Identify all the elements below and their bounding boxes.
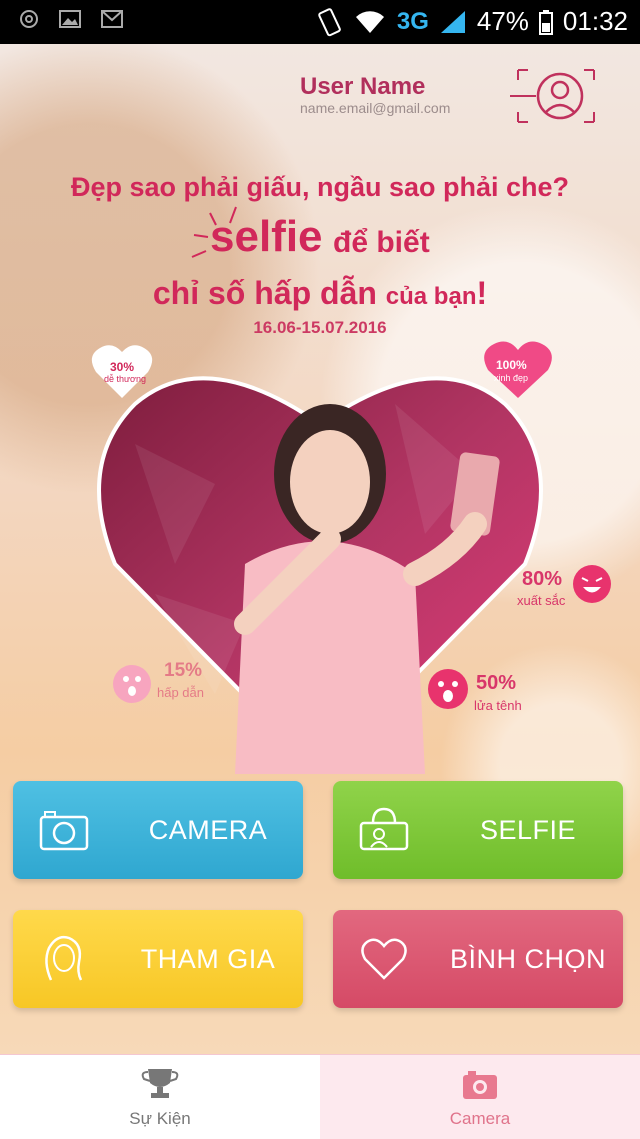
badge-100-value: 100% <box>496 358 527 372</box>
image-icon <box>59 10 81 28</box>
promo-line3-main: chỉ số hấp dẫn <box>152 275 377 311</box>
stat-50-label: lửa tênh <box>474 698 522 713</box>
camera-button-label: CAMERA <box>148 815 268 845</box>
signal-icon <box>440 10 465 33</box>
profile-avatar-button[interactable] <box>510 66 602 126</box>
system-icons: 3G 47% 01:32 <box>317 6 628 37</box>
battery-icon <box>538 9 553 35</box>
join-button[interactable]: THAM GIA <box>13 910 303 1008</box>
promo-selfie-word: selfie <box>210 212 323 261</box>
status-bar: 3G 47% 01:32 <box>0 0 640 44</box>
nav-camera-tab[interactable]: Camera <box>320 1055 640 1139</box>
stat-80-value: 80% <box>522 568 563 590</box>
badge-30-label: dễ thương <box>104 374 146 384</box>
battery-percent: 47% <box>476 6 529 36</box>
rotate-icon <box>318 7 341 36</box>
gmail-icon <box>101 10 123 28</box>
promo-line3: chỉ số hấp dẫn của bạn! <box>0 275 640 312</box>
user-name: User Name <box>300 73 426 100</box>
promo-line2: để biết <box>333 226 430 259</box>
clock: 01:32 <box>562 6 628 36</box>
trophy-icon <box>141 1069 179 1098</box>
wifi-icon <box>355 10 384 33</box>
notification-icons <box>18 8 124 30</box>
vote-button[interactable]: BÌNH CHỌN <box>333 910 623 1008</box>
selfie-button[interactable]: SELFIE <box>333 781 623 879</box>
bottom-navigation: Sự Kiện Camera <box>0 1054 640 1139</box>
network-type: 3G <box>396 7 429 35</box>
promo-exclaim: ! <box>476 275 488 311</box>
camera-nav-icon <box>463 1071 497 1099</box>
selfie-icon <box>359 807 409 851</box>
laughing-face-icon <box>573 565 611 603</box>
promo-date: 16.06-15.07.2016 <box>253 318 387 337</box>
camera-button[interactable]: CAMERA <box>13 781 303 879</box>
stat-15-label: hấp dẫn <box>157 685 204 700</box>
blushing-face-icon <box>113 665 151 703</box>
surprised-face-icon <box>428 669 468 709</box>
selfie-button-label: SELFIE <box>479 815 577 845</box>
user-email: name.email@gmail.com <box>300 100 451 116</box>
nav-events-tab[interactable]: Sự Kiện <box>0 1055 320 1139</box>
stat-50-value: 50% <box>476 672 517 694</box>
nav-events-label: Sự Kiện <box>129 1109 191 1128</box>
vote-button-label: BÌNH CHỌN <box>449 944 606 974</box>
camera-icon <box>39 811 89 851</box>
promo-headline: Đẹp sao phải giấu, ngầu sao phải che? <box>70 172 570 202</box>
badge-100-label: xinh đẹp <box>494 373 529 383</box>
badge-30-value: 30% <box>110 360 135 374</box>
heart-icon <box>361 938 407 980</box>
woman-portrait-icon <box>45 935 83 981</box>
join-button-label: THAM GIA <box>140 944 276 974</box>
stat-15-value: 15% <box>164 660 203 681</box>
sync-icon <box>20 10 38 28</box>
stat-80-label: xuất sắc <box>517 593 566 608</box>
nav-camera-label: Camera <box>449 1109 511 1128</box>
promo-line3-small: của bạn <box>385 283 477 310</box>
